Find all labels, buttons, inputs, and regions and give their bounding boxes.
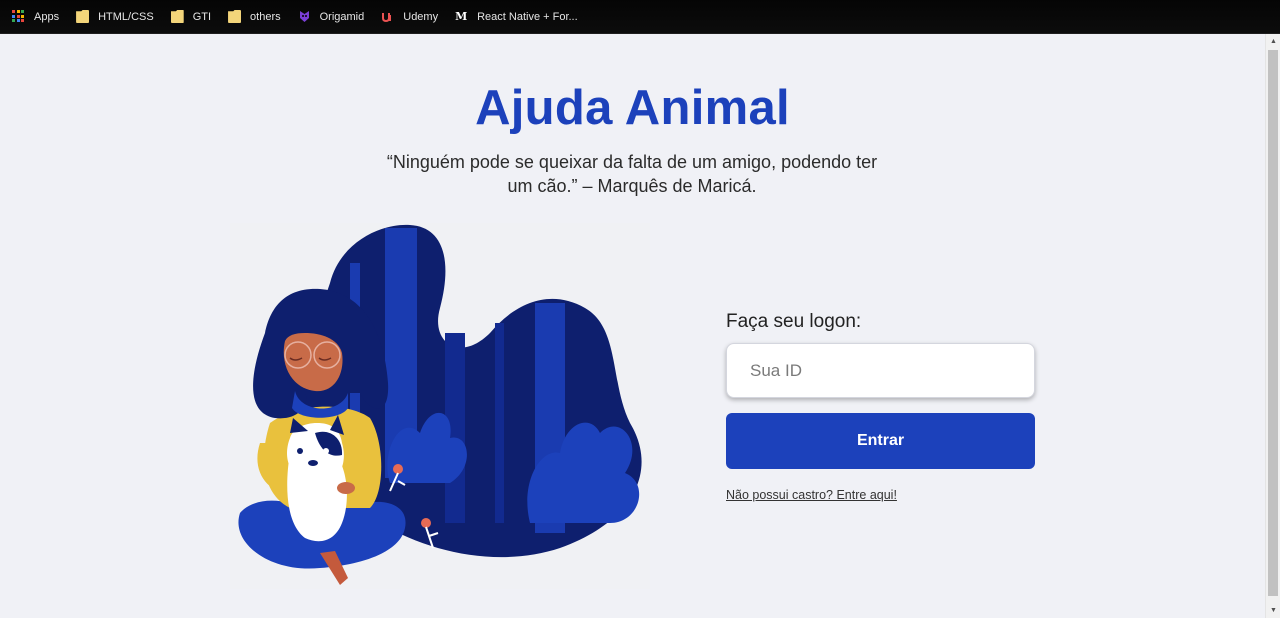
udemy-icon [381,10,394,23]
bookmark-origamid[interactable]: Origamid [298,5,365,29]
bookmark-label: Origamid [319,10,365,23]
page-title: Ajuda Animal [475,81,790,135]
bookmark-label: GTI [192,10,212,23]
bookmark-others[interactable]: others [228,5,281,29]
bookmark-gti[interactable]: GTI [170,5,212,29]
bookmark-label: HTML/CSS [98,10,154,23]
page-scrollbar[interactable]: ▲ ▼ [1265,34,1280,618]
origamid-icon [298,10,311,23]
folder-icon [228,10,242,23]
bookmark-apps[interactable]: Apps [12,5,59,29]
bookmark-label: Apps [34,10,60,23]
girl-with-dog-illustration [230,223,650,589]
login-form-label: Faça seu logon: [726,311,862,332]
bookmark-react-native[interactable]: M React Native + For... [455,5,578,29]
folder-icon [170,10,184,23]
bookmark-label: Udemy [403,10,439,23]
bookmark-label: others [250,10,281,23]
medium-icon: M [455,10,468,23]
bookmark-html-css[interactable]: HTML/CSS [76,5,154,29]
scroll-down-arrow-icon[interactable]: ▼ [1266,603,1280,618]
bookmark-udemy[interactable]: Udemy [381,5,438,29]
quote-text: “Ninguém pode se queixar da falta de um … [386,152,878,196]
scroll-up-arrow-icon[interactable]: ▲ [1266,34,1280,49]
login-submit-button[interactable]: Entrar [726,413,1035,469]
bookmark-label: React Native + For... [477,10,578,23]
register-link[interactable]: Não possui castro? Entre aqui! [726,488,897,502]
bookmarks-bar: Apps HTML/CSS GTI others Origamid Udemy … [0,0,1280,34]
apps-grid-icon [12,10,25,23]
scroll-thumb[interactable] [1268,50,1278,596]
folder-icon [76,10,90,23]
id-input[interactable] [726,343,1035,398]
